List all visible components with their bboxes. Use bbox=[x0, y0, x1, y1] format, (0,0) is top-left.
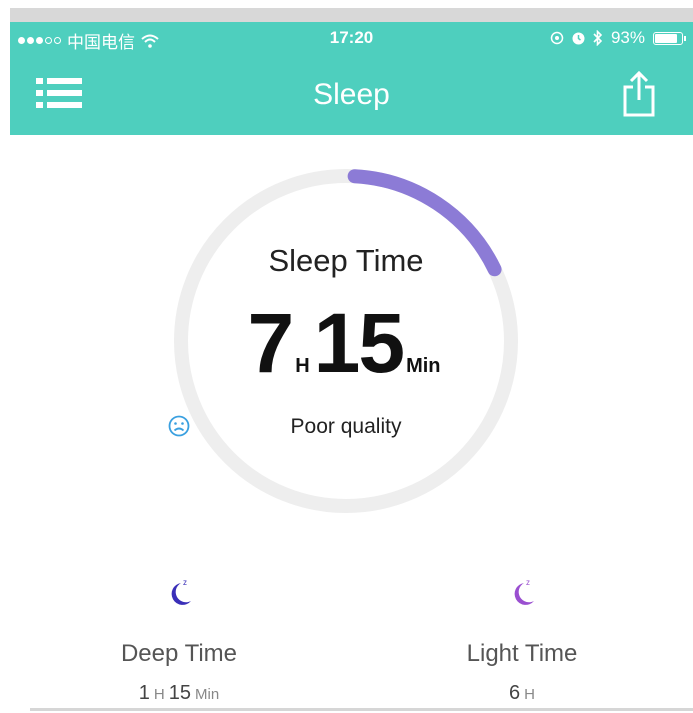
ring-content: Sleep Time 7 H 15 Min Poor quality bbox=[168, 163, 524, 519]
share-button[interactable] bbox=[619, 70, 659, 118]
light-hours: 6 bbox=[509, 682, 521, 704]
screen-edge bbox=[10, 8, 693, 22]
bluetooth-icon bbox=[593, 30, 603, 46]
deep-hours: 1 bbox=[138, 682, 150, 704]
share-icon bbox=[623, 70, 655, 117]
sleep-hours-unit: H bbox=[295, 355, 310, 377]
alarm-icon bbox=[572, 32, 585, 44]
deep-time-label: Deep Time bbox=[120, 640, 238, 667]
location-icon bbox=[550, 31, 564, 45]
deep-time-stat: z Deep Time 1 H 15 Min bbox=[69, 575, 289, 705]
light-hours-unit: H bbox=[524, 686, 535, 703]
svg-text:z: z bbox=[526, 578, 530, 587]
battery-level bbox=[655, 33, 677, 43]
moon-icon: z bbox=[514, 578, 534, 605]
deep-minutes-unit: Min bbox=[195, 686, 220, 703]
bottom-edge bbox=[30, 708, 693, 711]
battery-icon bbox=[653, 31, 686, 45]
light-time-stat: z Light Time 6 H bbox=[412, 575, 632, 705]
deep-hours-unit: H bbox=[153, 686, 165, 703]
sleep-minutes: 15 bbox=[313, 296, 405, 390]
sleep-minutes-unit: Min bbox=[406, 355, 441, 377]
deep-time-value: 1 H 15 Min bbox=[69, 682, 289, 705]
app-header: 中国电信 17:20 93% Sleep bbox=[10, 22, 693, 135]
sleep-quality: Poor quality bbox=[168, 415, 524, 439]
light-time-value: 6 H bbox=[412, 682, 632, 705]
sleep-time-value: 7 H 15 Min bbox=[168, 301, 524, 385]
deep-minutes: 15 bbox=[168, 682, 192, 704]
sleep-time-label: Sleep Time bbox=[268, 243, 424, 278]
light-time-label: Light Time bbox=[466, 640, 578, 667]
moon-icon: z bbox=[171, 578, 191, 605]
page-title: Sleep bbox=[313, 78, 390, 111]
status-bar: 中国电信 17:20 93% bbox=[10, 22, 693, 56]
sleep-time-ring: Sleep Time 7 H 15 Min Poor quality bbox=[168, 163, 524, 519]
app-screen: 中国电信 17:20 93% Sleep Sleep Time 7 H 15 M… bbox=[0, 0, 693, 713]
sad-face-icon bbox=[168, 415, 190, 437]
sleep-quality-text: Poor quality bbox=[290, 415, 402, 438]
status-right: 93% bbox=[550, 28, 686, 48]
nav-bar: Sleep bbox=[10, 56, 693, 135]
svg-text:z: z bbox=[183, 578, 187, 587]
sleep-hours: 7 bbox=[247, 296, 294, 390]
battery-percent: 93% bbox=[610, 28, 645, 47]
